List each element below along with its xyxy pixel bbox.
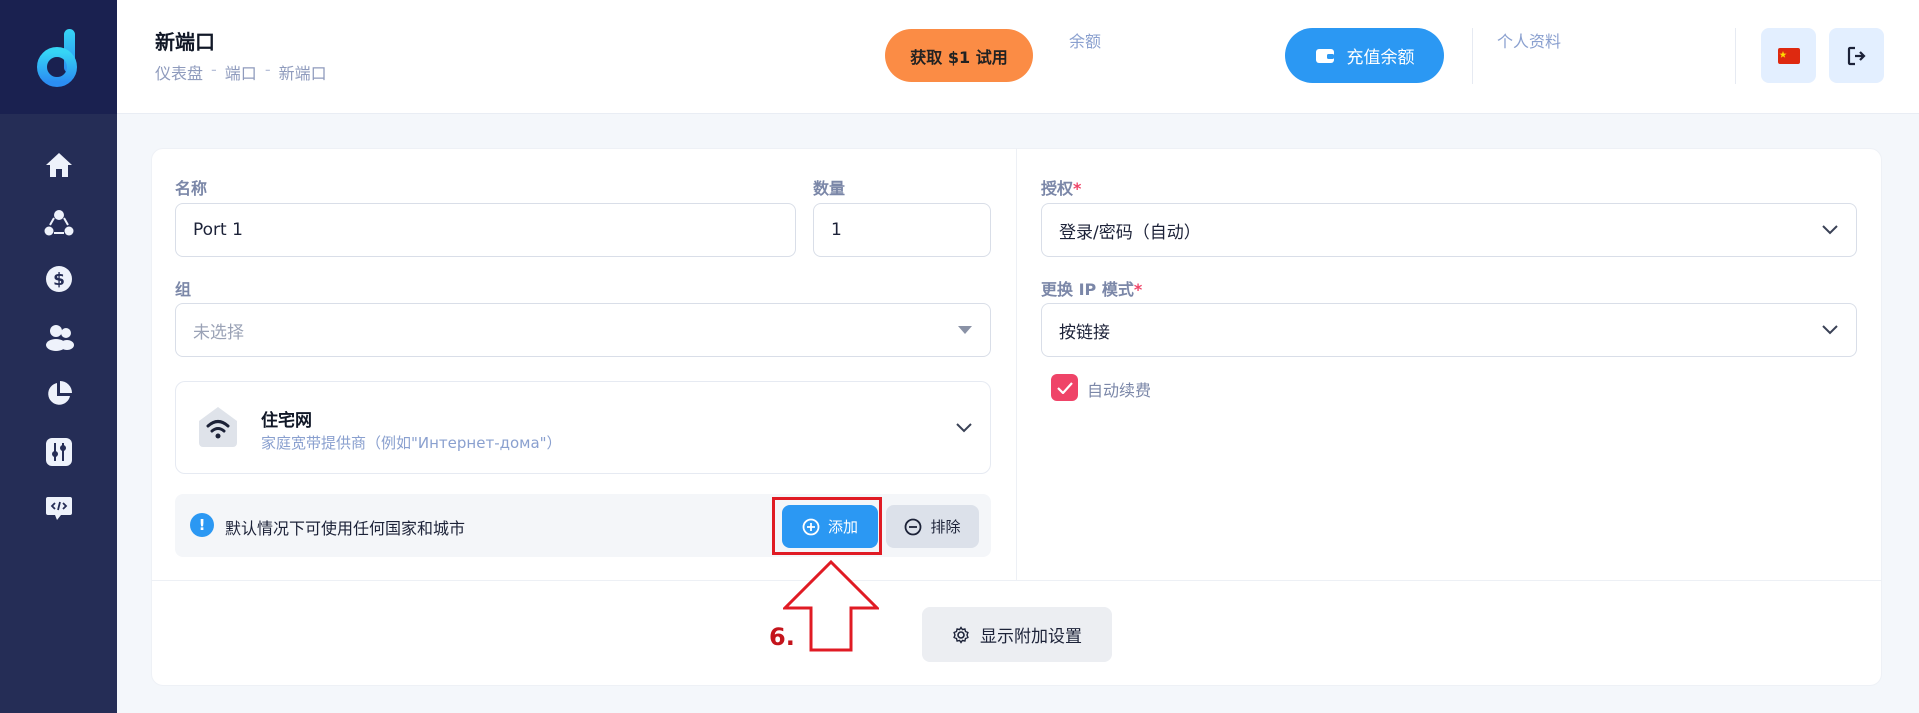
page-title: 新端口 [155,30,215,54]
proxy-type-subtitle: 家庭宽带提供商（例如"Интернет-дома"） [261,434,562,452]
info-icon: ! [190,513,214,537]
group-select[interactable]: 未选择 [175,303,991,357]
logout-icon [1847,46,1866,65]
ip-mode-select-value: 按链接 [1059,322,1110,343]
code-chat-icon[interactable] [44,493,74,523]
name-input[interactable]: Port 1 [175,203,796,257]
logo-icon [36,29,77,87]
exclude-geo-button-label: 排除 [930,518,961,536]
home-icon[interactable] [44,150,74,180]
required-mark: * [1073,179,1082,198]
caret-down-icon [958,326,972,334]
auth-select[interactable]: 登录/密码（自动） [1041,203,1857,257]
topup-button[interactable]: 充值余额 [1285,28,1444,83]
ip-mode-label-text: 更换 IP 模式 [1041,280,1134,299]
group-select-placeholder: 未选择 [193,322,244,343]
language-button[interactable] [1761,28,1816,83]
annotation-highlight-box [772,497,882,555]
ip-mode-label: 更换 IP 模式* [1041,276,1142,300]
annotation-arrow-up-icon [783,560,879,652]
trial-button[interactable]: 获取 $1 试用 [885,29,1033,82]
name-input-value: Port 1 [193,220,243,240]
name-label: 名称 [175,179,208,198]
auth-label: 授权* [1041,175,1081,199]
dollar-icon[interactable]: $ [44,264,74,294]
quantity-input-value: 1 [831,220,842,240]
exclude-geo-button[interactable]: 排除 [886,505,979,548]
proxy-type-selector[interactable]: 住宅网 家庭宽带提供商（例如"Интернет-дома"） [175,381,991,474]
wifi-home-icon [199,407,237,447]
minus-circle-icon [905,518,922,535]
auth-select-value: 登录/密码（自动） [1059,222,1201,243]
china-flag-icon [1777,47,1800,64]
gear-icon [953,625,969,644]
chevron-down-icon [1822,325,1838,335]
proxy-type-title: 住宅网 [261,411,312,431]
ip-mode-select[interactable]: 按链接 [1041,303,1857,357]
svg-text:$: $ [53,270,65,290]
sidebar: $ [0,0,117,713]
breadcrumb: 仪表盘 - 端口 - 新端口 [155,60,327,84]
header-divider [1735,28,1736,84]
pie-chart-icon[interactable] [44,379,74,409]
column-divider [1016,148,1017,580]
breadcrumb-separator: - [211,60,217,79]
chevron-down-icon [956,422,972,432]
quantity-label: 数量 [813,179,846,198]
breadcrumb-separator: - [264,60,271,79]
wallet-icon [1315,48,1334,63]
checkmark-icon [1056,381,1073,394]
topup-button-label: 充值余额 [1346,48,1415,68]
logo[interactable] [0,0,117,114]
auto-renew-checkbox[interactable] [1051,374,1078,401]
network-icon[interactable] [44,208,74,238]
auth-label-text: 授权 [1041,179,1074,198]
breadcrumb-ports[interactable]: 端口 [225,60,257,84]
row-divider [151,580,1882,581]
header-divider [1472,28,1473,84]
required-mark: * [1133,280,1143,299]
show-more-settings-button[interactable]: 显示附加设置 [922,607,1112,662]
group-label: 组 [175,280,192,299]
balance-label: 余额 [1069,32,1102,51]
show-more-settings-label: 显示附加设置 [980,627,1082,647]
breadcrumb-dashboard[interactable]: 仪表盘 [155,60,203,84]
logout-button[interactable] [1829,28,1884,83]
users-icon[interactable] [44,322,74,352]
geo-info-text: 默认情况下可使用任何国家和城市 [225,519,466,538]
quantity-input[interactable]: 1 [813,203,991,257]
chevron-down-icon [1822,225,1838,235]
breadcrumb-current: 新端口 [278,64,327,83]
auto-renew-label[interactable]: 自动续费 [1087,377,1151,401]
header: 新端口 仪表盘 - 端口 - 新端口 获取 $1 试用 余额 充值余额 个人资料 [117,0,1919,114]
profile-label[interactable]: 个人资料 [1497,28,1561,52]
sliders-icon[interactable] [44,437,74,467]
